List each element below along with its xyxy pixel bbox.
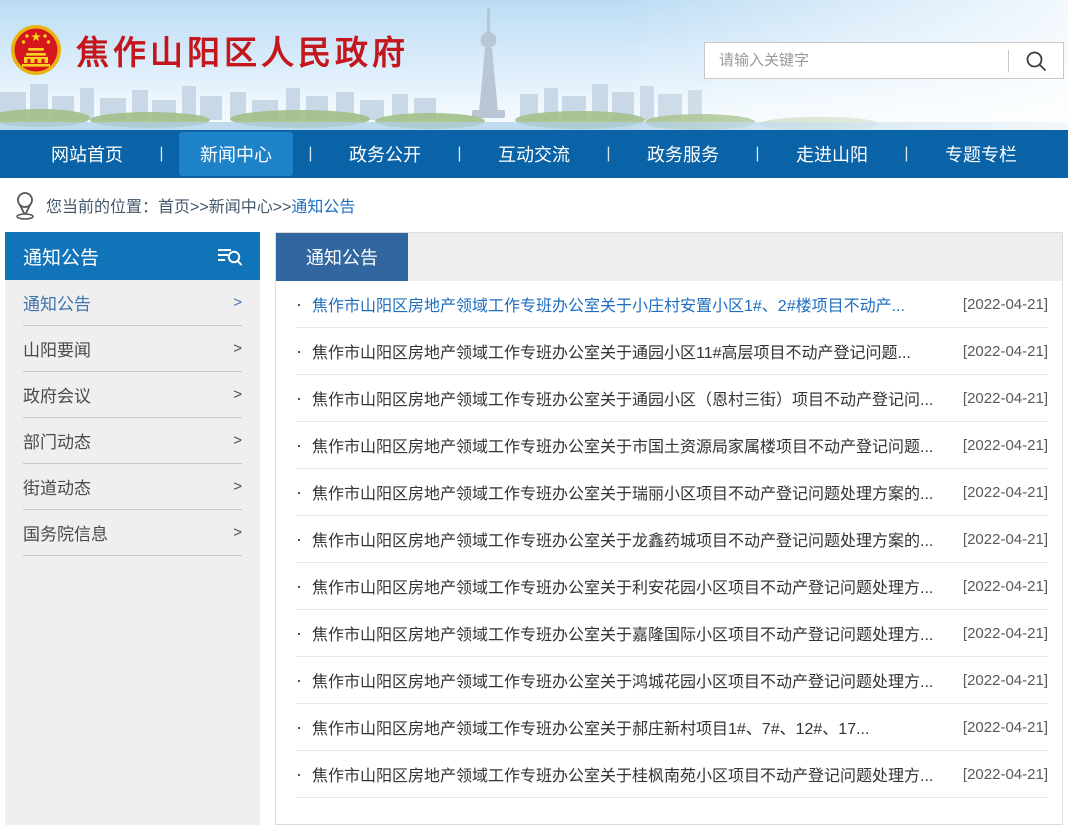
notice-row: · 焦作市山阳区房地产领域工作专班办公室关于龙鑫药城项目不动产登记问题处理方案的.… [296, 516, 1048, 563]
sidebar-item-label: 山阳要闻 [23, 336, 91, 361]
nav-item[interactable]: 新闻中心 [179, 132, 293, 176]
bullet-icon: · [296, 342, 302, 360]
sidebar-item-label: 通知公告 [23, 290, 91, 315]
notice-date: [2022-04-21] [963, 390, 1048, 407]
notice-link[interactable]: 焦作市山阳区房地产领域工作专班办公室关于通园小区（恩村三街）项目不动产登记问..… [312, 386, 945, 410]
notice-link[interactable]: 焦作市山阳区房地产领域工作专班办公室关于嘉隆国际小区项目不动产登记问题处理方..… [312, 621, 945, 645]
sidebar-item-label: 街道动态 [23, 474, 91, 499]
breadcrumb-text: 您当前的位置：首页>>新闻中心>>通知公告 [46, 193, 355, 217]
notice-row: · 焦作市山阳区房地产领域工作专班办公室关于郝庄新村项目1#、7#、12#、17.… [296, 704, 1048, 751]
list-search-icon [216, 245, 242, 267]
sidebar: 通知公告 通知公告 > 山阳要闻 > 政府会议 > 部门动态 > 街道动态 > 国务院信息 > [5, 232, 260, 825]
sidebar-item[interactable]: 政府会议 > [23, 372, 242, 418]
nav-separator: | [755, 145, 759, 163]
search-input[interactable] [705, 43, 1008, 78]
chevron-right-icon: > [233, 294, 242, 311]
sidebar-menu: 通知公告 > 山阳要闻 > 政府会议 > 部门动态 > 街道动态 > 国务院信息 > [5, 280, 260, 825]
sidebar-title: 通知公告 [23, 243, 99, 270]
bullet-icon: · [296, 718, 302, 736]
sidebar-header: 通知公告 [5, 232, 260, 280]
content-layout: 通知公告 通知公告 > 山阳要闻 > 政府会议 > 部门动态 > 街道动态 > 国务院信息 > 通知公… [0, 232, 1068, 825]
page-title: 焦作山阳区人民政府 [76, 26, 409, 74]
sidebar-item[interactable]: 山阳要闻 > [23, 326, 242, 372]
search-icon [1025, 50, 1047, 72]
bullet-icon: · [296, 765, 302, 783]
notice-date: [2022-04-21] [963, 343, 1048, 360]
search-box [704, 42, 1064, 79]
notice-date: [2022-04-21] [963, 578, 1048, 595]
chevron-right-icon: > [233, 340, 242, 357]
notice-date: [2022-04-21] [963, 296, 1048, 313]
bullet-icon: · [296, 624, 302, 642]
notice-row: · 焦作市山阳区房地产领域工作专班办公室关于桂枫南苑小区项目不动产登记问题处理方.… [296, 751, 1048, 798]
notice-date: [2022-04-21] [963, 766, 1048, 783]
nav-item[interactable]: 网站首页 [30, 132, 144, 176]
notice-link[interactable]: 焦作市山阳区房地产领域工作专班办公室关于通园小区11#高层项目不动产登记问题..… [312, 339, 945, 363]
breadcrumb-current: 通知公告 [291, 199, 355, 216]
bullet-icon: · [296, 295, 302, 313]
notice-row: · 焦作市山阳区房地产领域工作专班办公室关于嘉隆国际小区项目不动产登记问题处理方.… [296, 610, 1048, 657]
main-navigation: 网站首页 | 新闻中心 | 政务公开 | 互动交流 | 政务服务 | 走进山阳 | 专题专栏 [0, 130, 1068, 178]
notice-date: [2022-04-21] [963, 531, 1048, 548]
notice-link[interactable]: 焦作市山阳区房地产领域工作专班办公室关于鸿城花园小区项目不动产登记问题处理方..… [312, 668, 945, 692]
notice-link[interactable]: 焦作市山阳区房地产领域工作专班办公室关于瑞丽小区项目不动产登记问题处理方案的..… [312, 480, 945, 504]
notice-date: [2022-04-21] [963, 672, 1048, 689]
tab-notices[interactable]: 通知公告 [276, 233, 408, 281]
bullet-icon: · [296, 577, 302, 595]
sidebar-item[interactable]: 国务院信息 > [23, 510, 242, 556]
nav-item[interactable]: 政务服务 [626, 132, 740, 176]
notice-row: · 焦作市山阳区房地产领域工作专班办公室关于市国土资源局家属楼项目不动产登记问题.… [296, 422, 1048, 469]
notice-link[interactable]: 焦作市山阳区房地产领域工作专班办公室关于利安花园小区项目不动产登记问题处理方..… [312, 574, 945, 598]
search-button[interactable] [1009, 43, 1063, 78]
bullet-icon: · [296, 483, 302, 501]
nav-separator: | [457, 145, 461, 163]
sidebar-item[interactable]: 通知公告 > [23, 280, 242, 326]
sidebar-item-label: 国务院信息 [23, 520, 108, 545]
bullet-icon: · [296, 530, 302, 548]
breadcrumb-trail: 您当前的位置：首页>>新闻中心>> [46, 199, 291, 216]
notice-list: · 焦作市山阳区房地产领域工作专班办公室关于小庄村安置小区1#、2#楼项目不动产.… [276, 281, 1062, 798]
nav-item[interactable]: 互动交流 [477, 132, 591, 176]
notice-row: · 焦作市山阳区房地产领域工作专班办公室关于利安花园小区项目不动产登记问题处理方.… [296, 563, 1048, 610]
site-brand: 焦作山阳区人民政府 [10, 24, 409, 76]
site-header: 焦作山阳区人民政府 [0, 0, 1068, 130]
chevron-right-icon: > [233, 386, 242, 403]
china-national-emblem-icon [10, 24, 62, 76]
notice-row: · 焦作市山阳区房地产领域工作专班办公室关于鸿城花园小区项目不动产登记问题处理方.… [296, 657, 1048, 704]
sidebar-item-label: 政府会议 [23, 382, 91, 407]
notice-link[interactable]: 焦作市山阳区房地产领域工作专班办公室关于小庄村安置小区1#、2#楼项目不动产..… [312, 292, 945, 316]
notice-link[interactable]: 焦作市山阳区房地产领域工作专班办公室关于龙鑫药城项目不动产登记问题处理方案的..… [312, 527, 945, 551]
nav-separator: | [904, 145, 908, 163]
nav-separator: | [159, 145, 163, 163]
notice-link[interactable]: 焦作市山阳区房地产领域工作专班办公室关于桂枫南苑小区项目不动产登记问题处理方..… [312, 762, 945, 786]
breadcrumb: 您当前的位置：首页>>新闻中心>>通知公告 [0, 178, 1068, 232]
notice-date: [2022-04-21] [963, 625, 1048, 642]
notice-row: · 焦作市山阳区房地产领域工作专班办公室关于小庄村安置小区1#、2#楼项目不动产.… [296, 281, 1048, 328]
nav-item[interactable]: 政务公开 [328, 132, 442, 176]
bullet-icon: · [296, 436, 302, 454]
bullet-icon: · [296, 671, 302, 689]
notice-row: · 焦作市山阳区房地产领域工作专班办公室关于通园小区11#高层项目不动产登记问题.… [296, 328, 1048, 375]
notice-link[interactable]: 焦作市山阳区房地产领域工作专班办公室关于郝庄新村项目1#、7#、12#、17..… [312, 715, 945, 739]
sidebar-item[interactable]: 部门动态 > [23, 418, 242, 464]
notice-row: · 焦作市山阳区房地产领域工作专班办公室关于通园小区（恩村三街）项目不动产登记问.… [296, 375, 1048, 422]
main-panel: 通知公告 · 焦作市山阳区房地产领域工作专班办公室关于小庄村安置小区1#、2#楼项… [275, 232, 1063, 825]
notice-date: [2022-04-21] [963, 437, 1048, 454]
chevron-right-icon: > [233, 432, 242, 449]
chevron-right-icon: > [233, 524, 242, 541]
bullet-icon: · [296, 389, 302, 407]
nav-item[interactable]: 专题专栏 [924, 132, 1038, 176]
chevron-right-icon: > [233, 478, 242, 495]
main-tabbar: 通知公告 [276, 233, 1062, 281]
nav-separator: | [606, 145, 610, 163]
sidebar-item[interactable]: 街道动态 > [23, 464, 242, 510]
nav-separator: | [308, 145, 312, 163]
sidebar-item-label: 部门动态 [23, 428, 91, 453]
nav-item[interactable]: 走进山阳 [775, 132, 889, 176]
notice-date: [2022-04-21] [963, 719, 1048, 736]
notice-date: [2022-04-21] [963, 484, 1048, 501]
notice-link[interactable]: 焦作市山阳区房地产领域工作专班办公室关于市国土资源局家属楼项目不动产登记问题..… [312, 433, 945, 457]
notice-row: · 焦作市山阳区房地产领域工作专班办公室关于瑞丽小区项目不动产登记问题处理方案的.… [296, 469, 1048, 516]
location-pin-icon [14, 190, 36, 220]
